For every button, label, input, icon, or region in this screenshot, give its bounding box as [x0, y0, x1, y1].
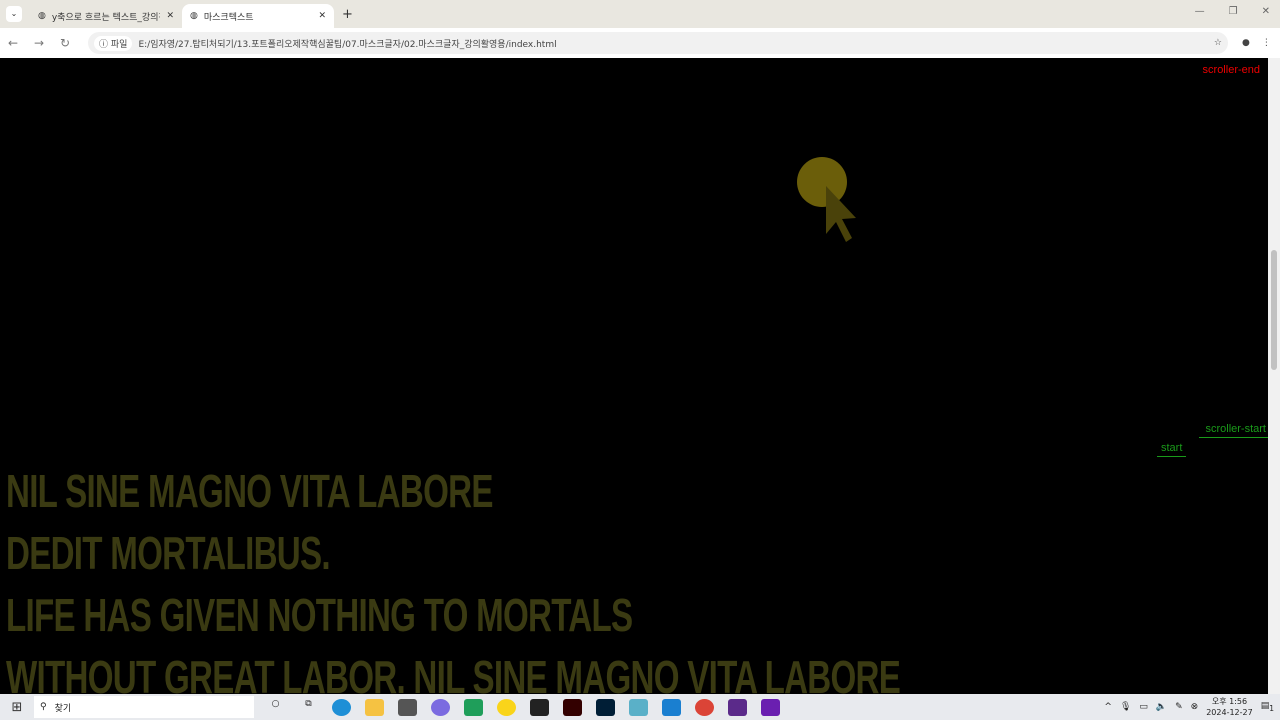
- app-icon[interactable]: [761, 698, 780, 716]
- app-icon[interactable]: [431, 698, 450, 716]
- status-icon[interactable]: ⊗: [1191, 702, 1199, 712]
- mail-icon[interactable]: [398, 698, 417, 716]
- back-button[interactable]: ←: [0, 36, 26, 50]
- edge-icon[interactable]: [332, 698, 351, 716]
- pen-icon[interactable]: ✎: [1175, 702, 1183, 712]
- notification-icon[interactable]: ▤1: [1261, 701, 1274, 713]
- file-explorer-icon[interactable]: [365, 698, 384, 716]
- figma-icon[interactable]: [530, 698, 549, 716]
- globe-icon: ◍: [190, 11, 198, 21]
- tab-bar: ⌄ ◍ y축으로 흐르는 텍스트_강의진 ✕ ◍ 마스크텍스트 ✕ + — ❐ ✕: [0, 0, 1280, 28]
- app-icon[interactable]: [629, 698, 648, 716]
- clock[interactable]: 오후 1:56 2024-12-27: [1206, 696, 1253, 718]
- address-bar: ← → ↻ ⓘ 파일 E:/임자영/27.탑티처되기/13.포트폴리오제작핵심꿀…: [0, 28, 1280, 58]
- close-tab-icon[interactable]: ✕: [318, 11, 326, 21]
- photoshop-icon[interactable]: [596, 698, 615, 716]
- close-window-button[interactable]: ✕: [1262, 6, 1270, 17]
- chrome-icon[interactable]: [695, 698, 714, 716]
- profile-avatar[interactable]: ●: [1242, 38, 1250, 48]
- text-line: DEDIT MORTALIBUS.: [6, 527, 331, 579]
- menu-icon[interactable]: ⋮: [1262, 38, 1271, 48]
- forward-button[interactable]: →: [26, 36, 52, 50]
- app-icon[interactable]: [464, 698, 483, 716]
- taskbar: ⊞ ⚲ 찾기 ○ ⧉ ^ 🎙 ▭ 🔈 ✎ ⊗ 오후 1:56 2024-12-27 …: [0, 694, 1280, 720]
- page-content: scroller-end scroller-start start NIL SI…: [0, 58, 1268, 694]
- kakaotalk-icon[interactable]: [497, 698, 516, 716]
- cortana-icon[interactable]: ○: [266, 699, 285, 716]
- bookmark-star-icon[interactable]: ☆: [1214, 38, 1222, 48]
- new-tab-button[interactable]: +: [342, 7, 353, 22]
- scrollbar[interactable]: [1268, 58, 1280, 694]
- close-tab-icon[interactable]: ✕: [166, 11, 174, 21]
- url-field[interactable]: ⓘ 파일 E:/임자영/27.탑티처되기/13.포트폴리오제작핵심꿀팁/07.마…: [88, 32, 1228, 54]
- start-marker: start: [1157, 442, 1187, 457]
- illustrator-icon[interactable]: [563, 698, 582, 716]
- tab-search-button[interactable]: ⌄: [6, 6, 22, 22]
- vscode-icon[interactable]: [662, 698, 681, 716]
- scroller-start-marker: scroller-start: [1199, 423, 1268, 438]
- windows-start-icon[interactable]: ⊞: [0, 700, 34, 715]
- volume-icon[interactable]: 🔈: [1156, 702, 1167, 712]
- minimize-button[interactable]: —: [1195, 6, 1205, 17]
- site-info-chip[interactable]: ⓘ 파일: [94, 35, 133, 51]
- search-icon: ⚲: [40, 702, 47, 712]
- tab-1[interactable]: ◍ y축으로 흐르는 텍스트_강의진 ✕: [30, 4, 182, 28]
- custom-cursor-icon: [797, 157, 856, 242]
- maximize-button[interactable]: ❐: [1229, 6, 1238, 17]
- scrollbar-thumb[interactable]: [1271, 250, 1277, 370]
- network-icon[interactable]: ▭: [1139, 702, 1148, 712]
- microphone-icon[interactable]: 🎙: [1120, 702, 1131, 712]
- app-icon[interactable]: [728, 698, 747, 716]
- reload-button[interactable]: ↻: [52, 36, 78, 50]
- tray-chevron-icon[interactable]: ^: [1104, 702, 1112, 712]
- task-view-icon[interactable]: ⧉: [299, 699, 318, 716]
- text-line: WITHOUT GREAT LABOR. NIL SINE MAGNO VITA…: [6, 651, 901, 694]
- taskbar-search[interactable]: ⚲ 찾기: [34, 696, 254, 718]
- text-line: NIL SINE MAGNO VITA LABORE: [6, 465, 493, 517]
- globe-icon: ◍: [38, 11, 46, 21]
- tab-2[interactable]: ◍ 마스크텍스트 ✕: [182, 4, 334, 28]
- mask-text: NIL SINE MAGNO VITA LABORE DEDIT MORTALI…: [6, 460, 901, 694]
- text-line: LIFE HAS GIVEN NOTHING TO MORTALS: [6, 589, 633, 641]
- scroller-end-marker: scroller-end: [1202, 64, 1260, 76]
